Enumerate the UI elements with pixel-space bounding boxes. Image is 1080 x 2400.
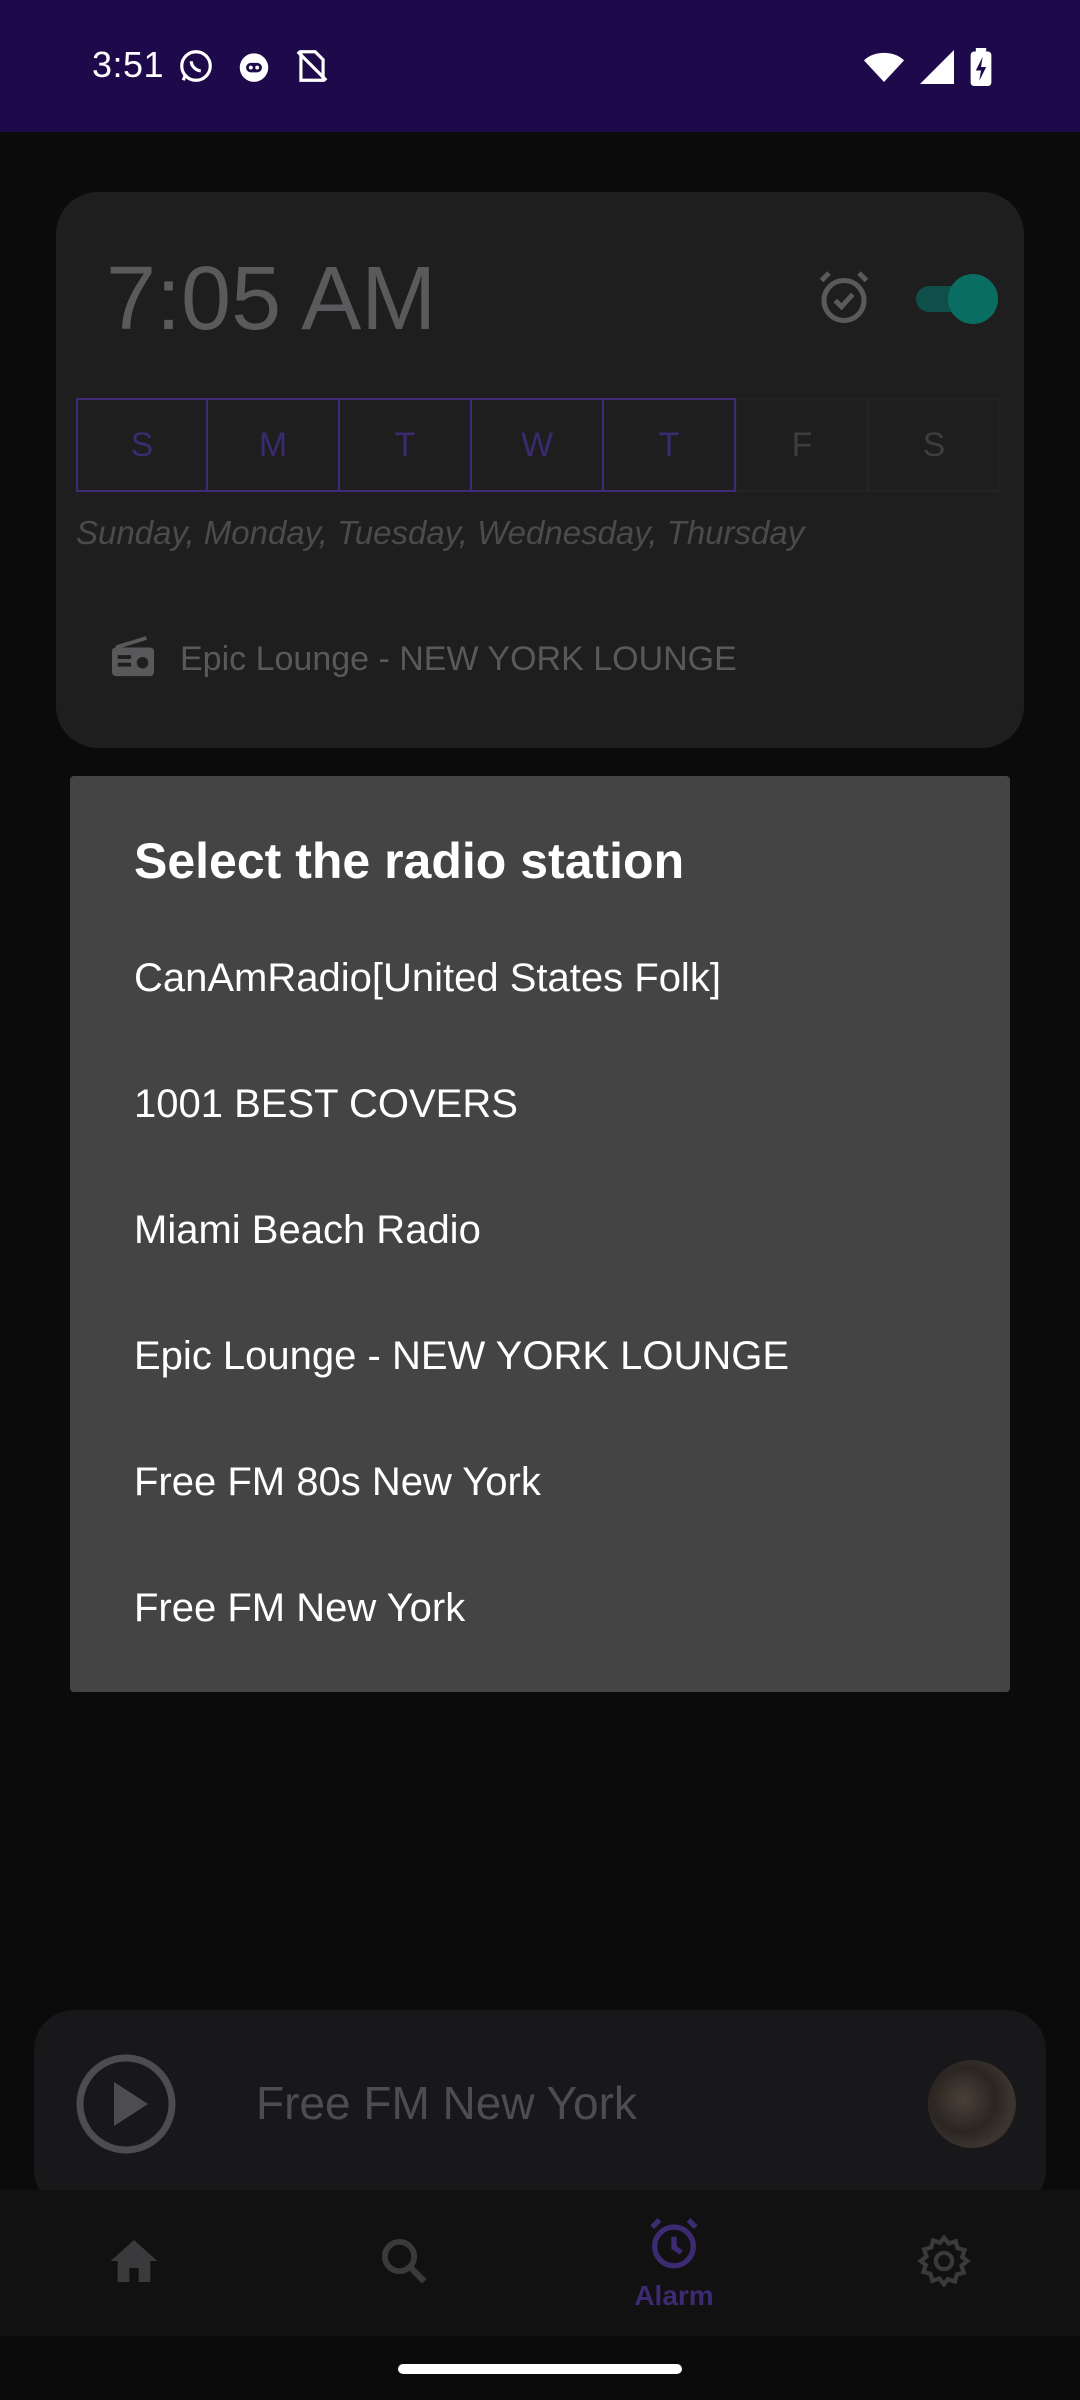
notification-icons: [176, 46, 332, 86]
nav-alarm[interactable]: Alarm: [584, 2190, 764, 2336]
cat-icon: [234, 46, 274, 86]
station-option[interactable]: CanAmRadio[United States Folk]: [134, 948, 954, 1008]
nav-settings[interactable]: [854, 2190, 1034, 2336]
alarm-station-row[interactable]: Epic Lounge - NEW YORK LOUNGE: [110, 636, 737, 683]
alarm-icon: [645, 2215, 703, 2278]
station-artwork: [928, 2060, 1016, 2148]
home-icon: [106, 2235, 162, 2292]
station-option[interactable]: Free FM 80s New York: [134, 1452, 954, 1512]
toggle-thumb: [948, 274, 998, 324]
day-friday[interactable]: F: [736, 398, 868, 492]
station-option[interactable]: Epic Lounge - NEW YORK LOUNGE: [134, 1326, 954, 1386]
alarm-card[interactable]: 7:05 AM S M T W T F S Sunday, Monday, Tu…: [56, 192, 1024, 748]
gesture-handle[interactable]: [398, 2364, 682, 2374]
day-sunday[interactable]: S: [76, 398, 208, 492]
play-button[interactable]: [74, 2052, 178, 2156]
day-saturday[interactable]: S: [868, 398, 1000, 492]
alarm-station-label: Epic Lounge - NEW YORK LOUNGE: [180, 640, 737, 678]
system-icons: [864, 48, 992, 91]
wifi-icon: [864, 49, 904, 90]
battery-charging-icon: [970, 48, 992, 91]
sim-alert-icon: [292, 46, 332, 86]
nav-home[interactable]: [44, 2190, 224, 2336]
nav-search[interactable]: [314, 2190, 494, 2336]
day-selector: S M T W T F S: [76, 398, 1000, 492]
whatsapp-icon: [176, 46, 216, 86]
radio-icon: [110, 636, 156, 683]
alarm-check-icon[interactable]: [814, 268, 874, 328]
radio-station-dialog: Select the radio station CanAmRadio[Unit…: [70, 776, 1010, 1692]
day-tuesday[interactable]: T: [340, 398, 472, 492]
day-monday[interactable]: M: [208, 398, 340, 492]
bottom-navigation: Alarm: [0, 2190, 1080, 2336]
search-icon: [377, 2234, 431, 2293]
station-option[interactable]: Free FM New York: [134, 1578, 954, 1638]
player-station-title: Free FM New York: [256, 2077, 637, 2129]
selected-days-text: Sunday, Monday, Tuesday, Wednesday, Thur…: [76, 514, 805, 551]
mini-player[interactable]: Free FM New York: [34, 2010, 1046, 2210]
day-wednesday[interactable]: W: [472, 398, 604, 492]
alarm-toggle[interactable]: [912, 274, 998, 324]
status-time: 3:51: [92, 44, 165, 85]
day-thursday[interactable]: T: [604, 398, 736, 492]
signal-icon: [920, 50, 954, 89]
station-option[interactable]: 1001 BEST COVERS: [134, 1074, 954, 1134]
dialog-title: Select the radio station: [134, 833, 685, 889]
gear-icon: [916, 2233, 972, 2294]
station-option[interactable]: Miami Beach Radio: [134, 1200, 954, 1260]
alarm-time[interactable]: 7:05 AM: [106, 248, 436, 351]
nav-alarm-label: Alarm: [634, 2279, 714, 2311]
status-bar: 3:51: [0, 0, 1080, 132]
